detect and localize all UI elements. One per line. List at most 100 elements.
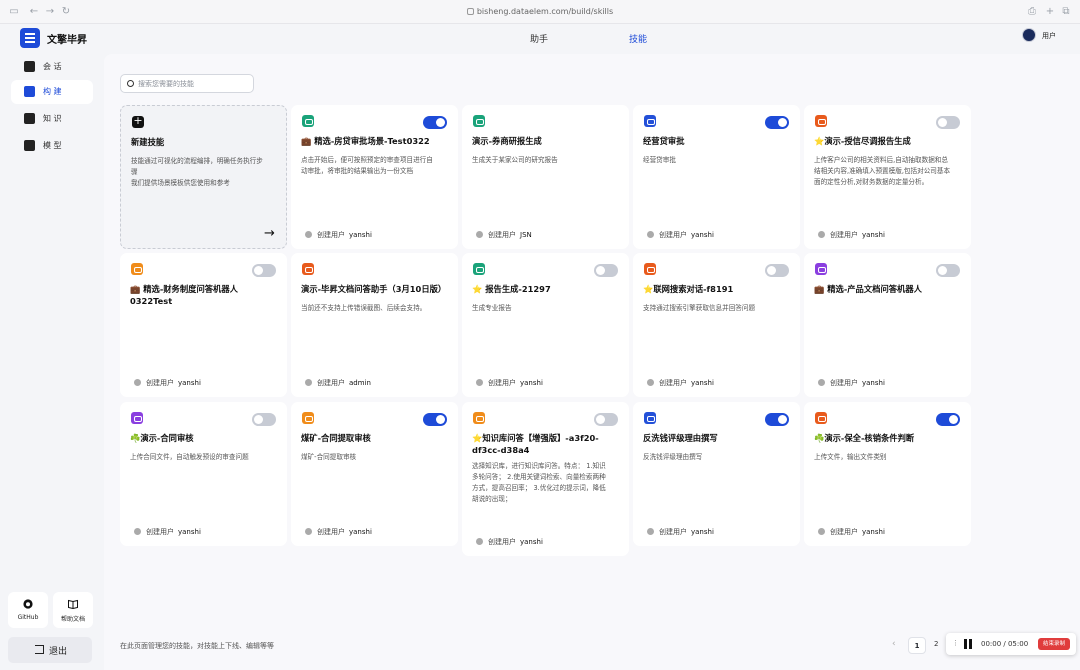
skill-toggle[interactable] (594, 413, 618, 426)
sidebar-item-label: 会 话 (43, 62, 62, 71)
skill-card[interactable]: ⭐演示-授信尽调报告生成 上传客户公司的相关资料后,自动抽取数据和总结相关内容,准… (804, 105, 971, 249)
skill-toggle[interactable] (252, 413, 276, 426)
skill-toggle[interactable] (765, 116, 789, 129)
card-owner: 创建用户 yanshi (647, 230, 714, 240)
card-title: 💼 精选-房贷审批场景-Test0322 (301, 136, 430, 146)
page-1-button[interactable]: 1 (908, 637, 926, 654)
skill-toggle[interactable] (765, 413, 789, 426)
skill-card[interactable]: ⭐知识库问答【增强版】-a3f20-df3cc-d38a4 选择知识库，进行知识库… (462, 402, 629, 556)
tabs-overview-icon[interactable]: ⧉ (1060, 6, 1072, 18)
pause-icon[interactable] (964, 639, 974, 649)
skill-toggle[interactable] (594, 264, 618, 277)
card-owner: 创建用户 yanshi (476, 378, 543, 388)
github-button[interactable]: GitHub (8, 592, 48, 628)
new-skill-card[interactable]: 新建技能 技能通过可视化的流程编排，明确任务执行步骤 我们提供场景模板供您使用和… (120, 105, 287, 249)
arrow-right-icon[interactable]: → (264, 226, 275, 241)
skill-icon (815, 412, 827, 424)
card-title: 反洗钱评级理由撰写 (643, 433, 718, 443)
owner-name: yanshi (691, 231, 714, 239)
skill-toggle[interactable] (423, 116, 447, 129)
skill-toggle[interactable] (936, 413, 960, 426)
tab-skills[interactable]: 技能 (629, 32, 647, 45)
owner-name: yanshi (862, 231, 885, 239)
owner-prefix: 创建用户 (659, 379, 687, 387)
skill-toggle[interactable] (936, 264, 960, 277)
drag-handle-icon[interactable]: ⋮ (952, 639, 959, 648)
owner-prefix: 创建用户 (317, 528, 345, 536)
search-box[interactable] (120, 74, 254, 93)
sidebar-item-chat[interactable]: 会 话 (11, 55, 93, 79)
owner-name: yanshi (691, 379, 714, 387)
user-label: 用户 (1042, 32, 1056, 40)
user-icon (305, 231, 312, 238)
card-title: 演示-毕昇文档问答助手（3月10日版） (301, 284, 447, 294)
card-owner: 创建用户 yanshi (134, 527, 201, 537)
card-description: 上传合同文件，自动触发预设的审查问题 (130, 453, 249, 461)
search-input[interactable] (138, 77, 250, 91)
stop-recording-button[interactable]: 结束录制 (1038, 638, 1070, 650)
reload-icon[interactable]: ↻ (60, 6, 72, 18)
user-icon (647, 379, 654, 386)
card-owner: 创建用户 admin (305, 378, 371, 388)
owner-name: yanshi (178, 528, 201, 536)
skill-card[interactable]: 煤矿-合同提取审核 煤矿-合同提取审核 创建用户 yanshi (291, 402, 458, 546)
skill-toggle[interactable] (423, 413, 447, 426)
top-nav: 助手 技能 用户 (104, 24, 1080, 52)
skill-card[interactable]: ⭐联网搜索对话-f8191 支持通过搜索引擎获取信息并回答问题 创建用户 yanshi (633, 253, 800, 397)
skill-card[interactable]: ☘️演示-保全-核销条件判断 上传文件，输出文件类别 创建用户 yanshi (804, 402, 971, 546)
owner-name: yanshi (178, 379, 201, 387)
skill-card[interactable]: ☘️演示-合同审核 上传合同文件，自动触发预设的审查问题 创建用户 yanshi (120, 402, 287, 546)
knowledge-icon (24, 113, 35, 124)
card-title: 新建技能 (131, 137, 165, 147)
card-owner: 创建用户 yanshi (305, 527, 372, 537)
address-bar[interactable]: bisheng.dataelem.com/build/skills (440, 5, 640, 19)
tab-assistant[interactable]: 助手 (530, 32, 548, 45)
logout-button[interactable]: 退出 (8, 637, 92, 663)
sidebar-item-label: 构 建 (43, 87, 62, 96)
footer-note: 在此页面管理您的技能，对技能上下线、编辑等等 (120, 642, 274, 650)
card-owner: 创建用户 JSN (476, 230, 532, 240)
owner-name: yanshi (862, 528, 885, 536)
skill-icon (473, 412, 485, 424)
card-owner: 创建用户 yanshi (818, 378, 885, 388)
skill-card[interactable]: 经营贷审批 经营贷审批 创建用户 yanshi (633, 105, 800, 249)
card-owner: 创建用户 yanshi (647, 527, 714, 537)
sidebar-item-knowledge[interactable]: 知 识 (11, 107, 93, 131)
card-description: 支持通过搜索引擎获取信息并回答问题 (643, 304, 756, 312)
skill-card[interactable]: ⭐ 报告生成-21297 生成专业报告 创建用户 yanshi (462, 253, 629, 397)
skill-card[interactable]: 💼 精选-产品文档问答机器人 创建用户 yanshi (804, 253, 971, 397)
sidebar-item-build[interactable]: 构 建 (11, 80, 93, 104)
card-owner: 创建用户 yanshi (305, 230, 372, 240)
prev-page-button[interactable]: ‹ (892, 639, 896, 649)
sidebar-item-model[interactable]: 模 型 (11, 134, 93, 158)
card-title: 经营贷审批 (643, 136, 685, 146)
user-icon (647, 528, 654, 535)
owner-name: yanshi (862, 379, 885, 387)
forward-icon[interactable]: → (44, 6, 56, 18)
app-name: 文擎毕昇 (47, 35, 87, 46)
skill-card[interactable]: 💼 精选-房贷审批场景-Test0322 点击开始后，便可按照预定的审查项目进行自… (291, 105, 458, 249)
owner-prefix: 创建用户 (146, 379, 174, 387)
page-2-button[interactable]: 2 (934, 640, 938, 648)
user-menu[interactable]: 用户 (1022, 28, 1060, 44)
user-icon (305, 528, 312, 535)
sidebar-toggle-icon[interactable]: ▭ (8, 6, 20, 18)
user-icon (818, 379, 825, 386)
github-icon (23, 599, 33, 609)
owner-prefix: 创建用户 (488, 231, 516, 239)
owner-prefix: 创建用户 (659, 231, 687, 239)
skill-toggle[interactable] (765, 264, 789, 277)
new-tab-icon[interactable]: + (1044, 6, 1056, 18)
card-owner: 创建用户 yanshi (647, 378, 714, 388)
share-icon[interactable]: ⎙ (1026, 6, 1038, 18)
card-description: 当前还不支持上传错误截图、后续会支持。 (301, 304, 427, 312)
owner-prefix: 创建用户 (659, 528, 687, 536)
skill-card[interactable]: 演示-券商研报生成 生成关于某家公司的研究报告 创建用户 JSN (462, 105, 629, 249)
skill-card[interactable]: 反洗钱评级理由撰写 反洗钱评级理由撰写 创建用户 yanshi (633, 402, 800, 546)
skill-toggle[interactable] (936, 116, 960, 129)
skill-card[interactable]: 演示-毕昇文档问答助手（3月10日版） 当前还不支持上传错误截图、后续会支持。创建… (291, 253, 458, 397)
help-docs-button[interactable]: 帮助文档 (53, 592, 93, 628)
back-icon[interactable]: ← (28, 6, 40, 18)
skill-toggle[interactable] (252, 264, 276, 277)
skill-card[interactable]: 💼 精选-财务制度问答机器人 0322Test 创建用户 yanshi (120, 253, 287, 397)
